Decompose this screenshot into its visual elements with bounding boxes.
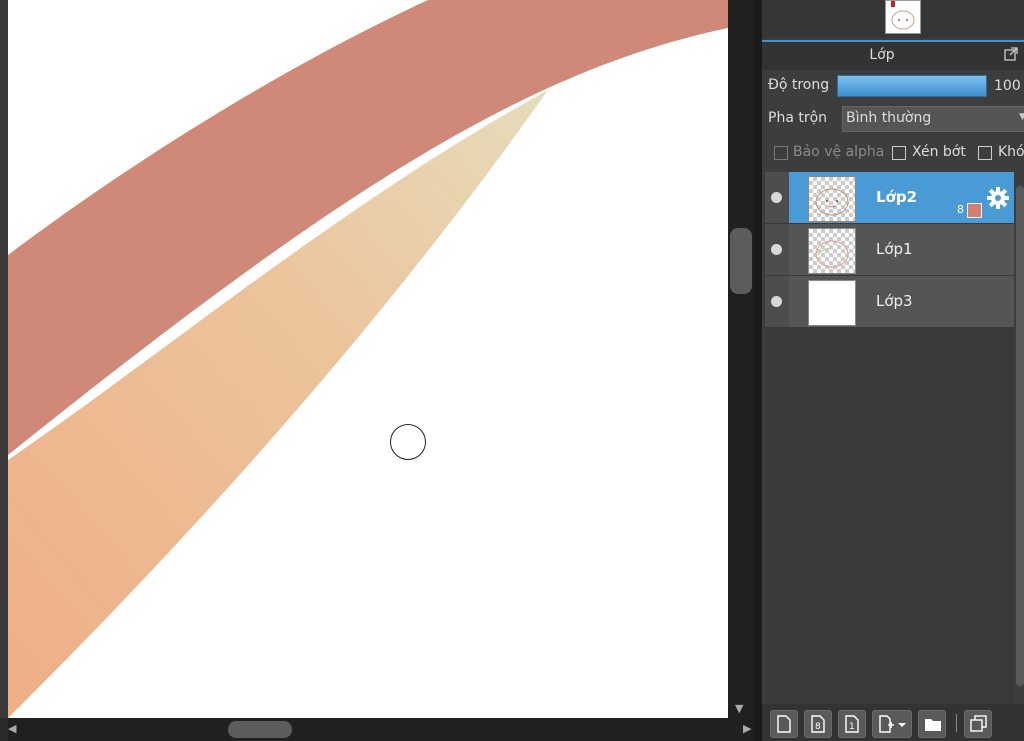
canvas-artwork	[8, 0, 728, 718]
new-folder-button[interactable]	[918, 710, 946, 738]
opacity-label: Độ trong	[768, 77, 830, 93]
duplicate-layer-icon	[970, 715, 987, 732]
layer-panel-header: Lớp	[762, 40, 1024, 70]
blend-mode-value: Bình thường	[846, 110, 932, 126]
layer-name[interactable]: Lớp1	[876, 240, 913, 258]
layer-list-scrollbar[interactable]	[1016, 186, 1024, 686]
layer-color-swatch[interactable]	[967, 203, 982, 218]
scroll-left-arrow-icon[interactable]: ◀	[8, 723, 16, 735]
protect-alpha-checkbox[interactable]	[774, 146, 788, 160]
protect-alpha-label: Bảo vệ alpha	[793, 144, 885, 160]
add-layer-menu-button[interactable]	[872, 710, 912, 738]
duplicate-layer-button[interactable]	[964, 710, 992, 738]
toolbar-separator	[956, 714, 957, 732]
layer-list: Lớp2 8 Lớp1 Lớp3	[765, 172, 1014, 704]
chevron-down-icon: ▼	[1019, 112, 1024, 122]
drawing-canvas[interactable]	[8, 0, 728, 718]
layer-thumbnail	[808, 176, 856, 222]
layer-name[interactable]: Lớp3	[876, 292, 913, 310]
new-1bit-layer-button[interactable]: 1	[838, 710, 866, 738]
horizontal-scroll-thumb[interactable]	[228, 721, 292, 738]
eye-icon	[771, 296, 782, 307]
svg-text:8: 8	[815, 722, 821, 732]
popout-icon[interactable]	[1004, 47, 1018, 61]
navigator-area	[762, 0, 1024, 38]
new-layer-icon	[777, 715, 791, 733]
vertical-scroll-thumb[interactable]	[730, 228, 752, 294]
folder-icon	[925, 719, 941, 731]
brush-cursor	[390, 424, 426, 460]
lock-label: Khóa	[998, 144, 1024, 160]
layer-thumbnail	[808, 228, 856, 274]
layer-row-lop1[interactable]: Lớp1	[765, 224, 1014, 276]
scroll-right-arrow-icon[interactable]: ▶	[743, 723, 751, 735]
canvas-horizontal-scrollbar[interactable]: ◀ ▶	[8, 718, 754, 741]
gear-icon[interactable]	[986, 186, 1010, 210]
visibility-toggle[interactable]	[765, 276, 789, 327]
svg-text:1: 1	[849, 722, 855, 732]
new-layer-button[interactable]	[770, 710, 798, 738]
new-8bit-layer-icon: 8	[811, 715, 825, 733]
lock-checkbox[interactable]	[978, 146, 992, 160]
blend-mode-select[interactable]: Bình thường ▼	[842, 106, 1024, 132]
scroll-down-arrow-icon[interactable]: ▼	[735, 703, 743, 715]
add-layer-menu-icon	[879, 715, 906, 733]
opacity-value[interactable]: 100 %	[994, 78, 1024, 94]
opacity-slider[interactable]	[837, 75, 987, 97]
new-1bit-layer-icon: 1	[845, 715, 859, 733]
new-8bit-layer-button[interactable]: 8	[804, 710, 832, 738]
layer-row-lop2[interactable]: Lớp2 8	[765, 172, 1014, 224]
clipping-checkbox[interactable]	[892, 146, 906, 160]
layer-toolbar: 8 1	[762, 704, 1024, 741]
panel-title: Lớp	[869, 47, 895, 63]
navigator-thumbnail[interactable]	[885, 0, 921, 34]
visibility-toggle[interactable]	[765, 172, 789, 223]
canvas-vertical-scrollbar[interactable]: ▼	[728, 0, 754, 718]
layer-bit-badge: 8	[957, 203, 964, 216]
clipping-label: Xén bớt	[912, 144, 966, 160]
layer-name[interactable]: Lớp2	[876, 188, 917, 206]
layer-thumbnail	[808, 280, 856, 326]
eye-icon	[771, 244, 782, 255]
eye-icon	[771, 192, 782, 203]
panel-splitter[interactable]	[754, 0, 762, 741]
canvas-left-edge	[0, 0, 8, 718]
blend-label: Pha trộn	[768, 110, 828, 126]
visibility-toggle[interactable]	[765, 224, 789, 275]
layer-panel: Lớp Độ trong 100 % Pha trộn Bình thường …	[762, 0, 1024, 741]
layer-row-lop3[interactable]: Lớp3	[765, 276, 1014, 328]
